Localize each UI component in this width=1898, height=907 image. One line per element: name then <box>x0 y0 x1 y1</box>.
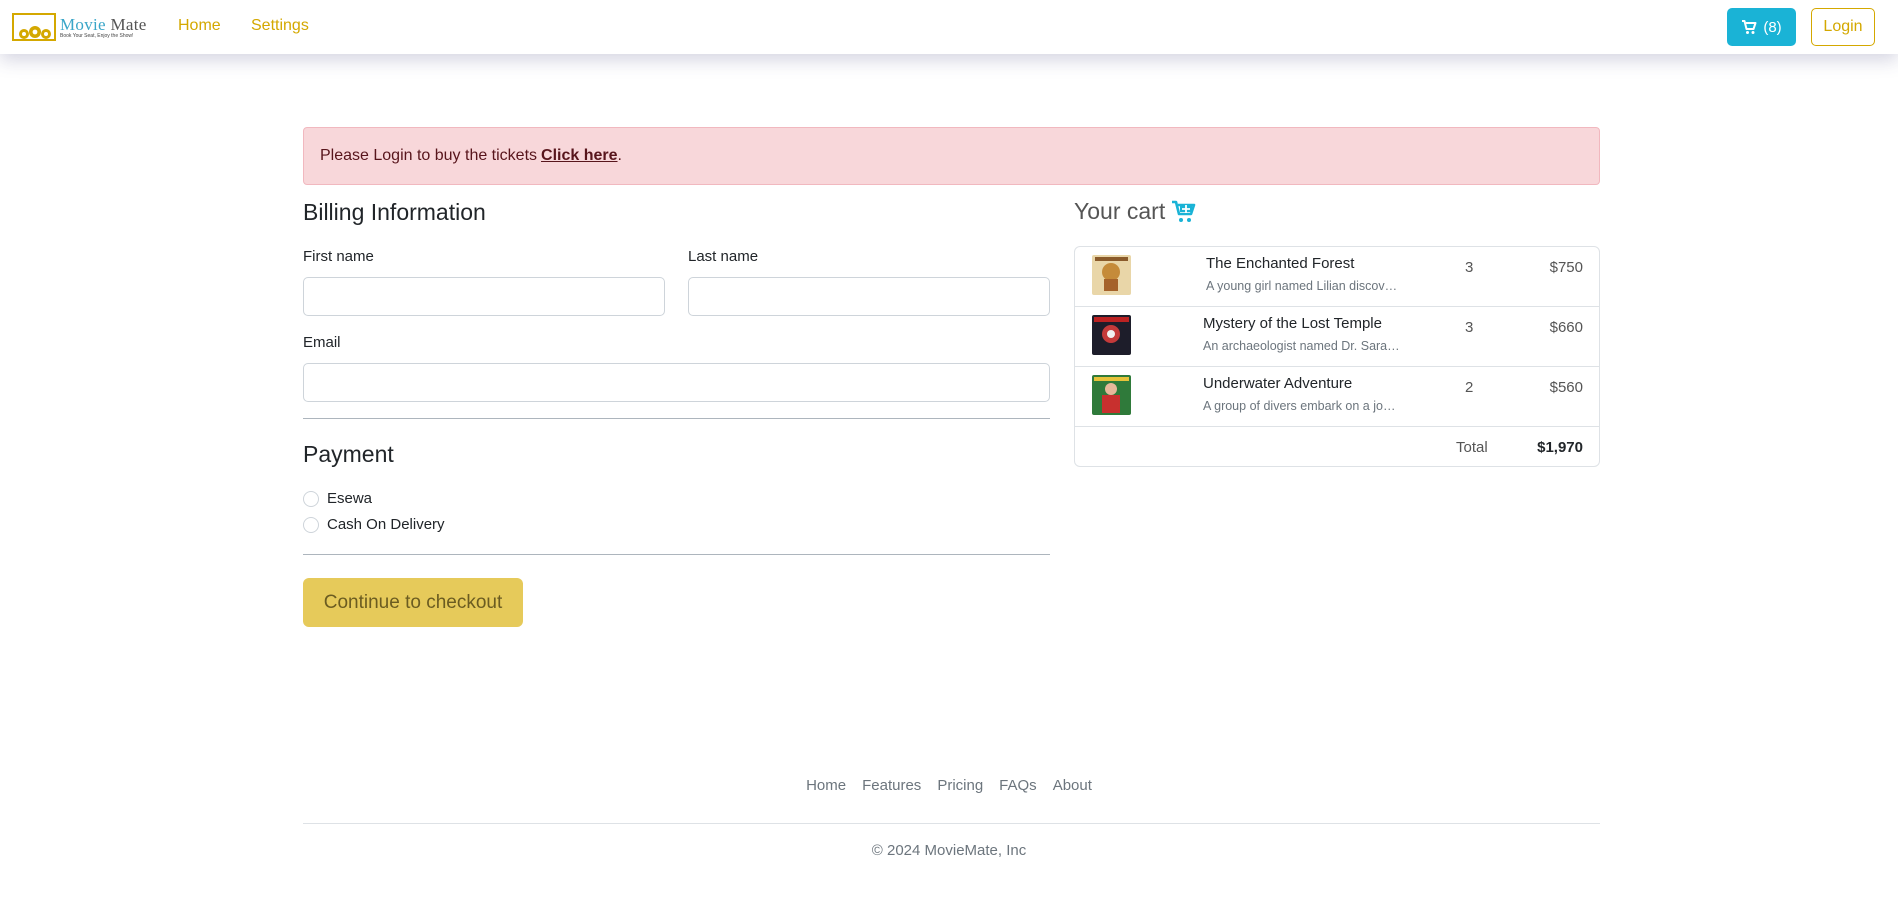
cart-total-row: Total $1,970 <box>1075 427 1599 467</box>
footer-link-about[interactable]: About <box>1053 777 1092 794</box>
alert-login-link[interactable]: Click here <box>541 147 617 165</box>
cart-item-title: Underwater Adventure <box>1203 375 1353 392</box>
last-name-field[interactable] <box>688 277 1050 316</box>
first-name-field[interactable] <box>303 277 665 316</box>
cart-list: The Enchanted Forest A young girl named … <box>1074 246 1600 467</box>
first-name-label: First name <box>303 248 374 265</box>
footer-link-features[interactable]: Features <box>862 777 921 794</box>
total-label: Total <box>1456 439 1488 456</box>
nav-link-home[interactable]: Home <box>178 17 221 35</box>
alert-text: Please Login to buy the tickets <box>320 147 538 164</box>
cart-item-desc: A young girl named Lilian discovers a ma… <box>1206 279 1404 293</box>
copyright: © 2024 MovieMate, Inc <box>871 842 1027 859</box>
billing-title: Billing Information <box>303 199 486 225</box>
payment-title: Payment <box>303 441 394 467</box>
cart-item-price: $750 <box>1549 259 1583 276</box>
alert-suffix: . <box>617 147 622 164</box>
cart-item-title: Mystery of the Lost Temple <box>1203 315 1382 332</box>
logo-tagline: Book Your Seat, Enjoy the Show! <box>60 32 134 39</box>
cart-item-desc: A group of divers embark on a journey <box>1203 399 1401 413</box>
radio-button[interactable] <box>303 516 319 533</box>
movie-poster-image <box>1092 255 1131 295</box>
top-navbar: Movie Mate Book Your Seat, Enjoy the Sho… <box>0 0 1898 54</box>
cart-item-qty: 3 <box>1465 319 1474 336</box>
total-value: $1,970 <box>1537 439 1583 456</box>
email-label: Email <box>303 334 341 351</box>
login-alert: Please Login to buy the tickets Click he… <box>303 127 1600 185</box>
cart-item: Underwater Adventure A group of divers e… <box>1075 367 1599 427</box>
cart-item-qty: 2 <box>1465 379 1474 396</box>
cart-plus-icon <box>1172 200 1196 222</box>
cart-item-qty: 3 <box>1465 259 1474 276</box>
movie-poster-image <box>1092 315 1131 355</box>
cart-button[interactable]: (8) <box>1727 8 1796 46</box>
login-button[interactable]: Login <box>1811 8 1875 46</box>
payment-option-label: Esewa <box>327 490 373 507</box>
last-name-label: Last name <box>688 248 759 265</box>
cart-item-title: The Enchanted Forest <box>1206 255 1355 272</box>
logo-name-first: Movie <box>60 14 106 34</box>
payment-option-esewa[interactable]: Esewa <box>303 490 372 507</box>
cart-heading: Your cart <box>1074 198 1197 225</box>
nav-link-settings[interactable]: Settings <box>251 17 309 35</box>
cart-item-price: $560 <box>1549 379 1583 396</box>
cart-count: (8) <box>1763 18 1782 36</box>
footer-link-pricing[interactable]: Pricing <box>937 777 983 794</box>
radio-button[interactable] <box>303 490 319 507</box>
footer-link-faqs[interactable]: FAQs <box>999 777 1037 794</box>
footer-nav: Home Features Pricing FAQs About <box>0 777 1898 794</box>
cart-icon <box>1742 19 1757 34</box>
continue-checkout-button[interactable]: Continue to checkout <box>303 578 523 627</box>
footer-divider <box>303 823 1600 824</box>
email-field[interactable] <box>303 363 1050 402</box>
logo-name: Movie Mate <box>60 16 147 33</box>
cart-item: Mystery of the Lost Temple An archaeolog… <box>1075 307 1599 367</box>
logo-icon <box>12 13 56 41</box>
cart-item-price: $660 <box>1549 319 1583 336</box>
divider <box>303 554 1050 555</box>
payment-option-label: Cash On Delivery <box>327 516 445 533</box>
cart-item-desc: An archaeologist named Dr. Sarah uncover… <box>1203 339 1401 353</box>
cart-item: The Enchanted Forest A young girl named … <box>1075 247 1599 307</box>
logo[interactable]: Movie Mate Book Your Seat, Enjoy the Sho… <box>12 12 147 42</box>
cart-title: Your cart <box>1074 198 1166 224</box>
logo-name-second: Mate <box>110 14 147 34</box>
movie-poster-image <box>1092 375 1131 415</box>
divider <box>303 418 1050 419</box>
footer-link-home[interactable]: Home <box>806 777 846 794</box>
payment-option-cod[interactable]: Cash On Delivery <box>303 516 445 533</box>
